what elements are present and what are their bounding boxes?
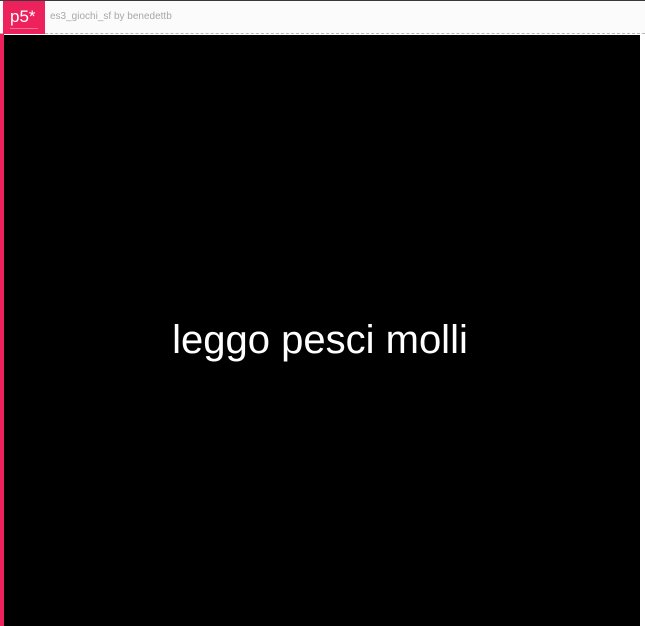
p5-logo-icon: p5* xyxy=(10,7,36,26)
canvas-text: leggo pesci molli xyxy=(172,318,468,362)
author-name[interactable]: benedettb xyxy=(127,11,172,22)
p5-editor-window: p5* es3_giochi_sf by benedettb leggo pes… xyxy=(0,0,645,626)
sketch-header: p5* es3_giochi_sf by benedettb xyxy=(0,1,645,34)
sketch-title: es3_giochi_sf by benedettb xyxy=(50,11,172,22)
by-label: by xyxy=(113,11,125,22)
right-edge xyxy=(640,34,645,626)
p5-logo-link[interactable]: p5* xyxy=(3,1,45,34)
sketch-canvas[interactable]: leggo pesci molli xyxy=(4,35,640,626)
logo-divider xyxy=(10,28,38,29)
sketch-name[interactable]: es3_giochi_sf xyxy=(50,11,111,22)
